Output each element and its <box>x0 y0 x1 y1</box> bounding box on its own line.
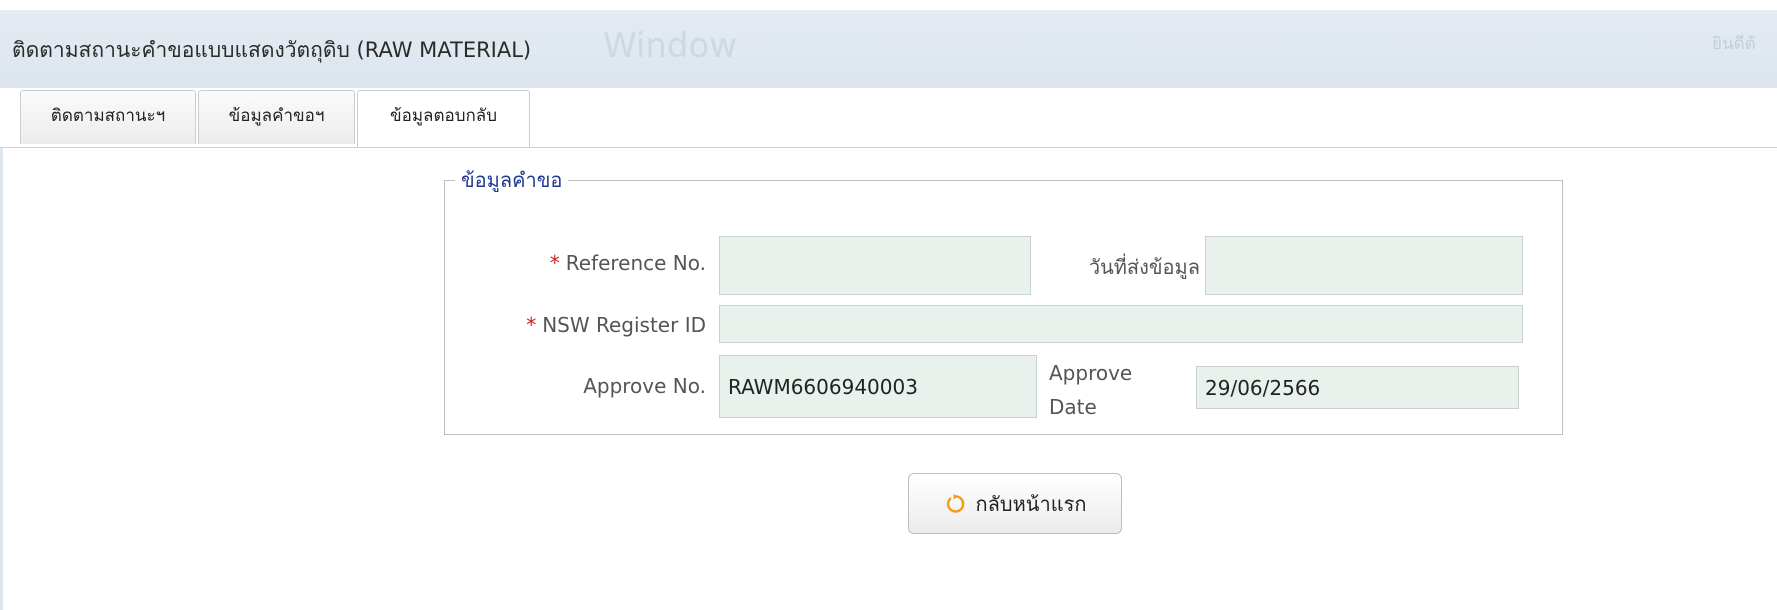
nsw-register-id-label-text: NSW Register ID <box>542 313 706 337</box>
approve-date-label-line1: Approve <box>1049 361 1133 385</box>
tab-response-info[interactable]: ข้อมูลตอบกลับ <box>357 90 530 147</box>
back-to-home-button[interactable]: กลับหน้าแรก <box>908 473 1122 534</box>
approve-no-label: Approve No. <box>583 374 706 398</box>
tab-request-info[interactable]: ข้อมูลคำขอฯ <box>198 90 355 144</box>
nsw-register-id-field[interactable] <box>719 305 1523 343</box>
approve-date-label: Approve Date <box>1049 356 1132 424</box>
titlebar-watermark-text: Window <box>603 26 738 66</box>
required-mark: * <box>526 313 537 337</box>
tab-bar: ติดตามสถานะฯ ข้อมูลคำขอฯ ข้อมูลตอบกลับ <box>0 88 1777 148</box>
window-title: ติดตามสถานะคำขอแบบแสดงวัตถุดิบ (RAW MATE… <box>12 38 532 62</box>
reference-no-label: * Reference No. <box>480 251 706 275</box>
submit-date-label: วันที่ส่งข้อมูล <box>1088 255 1200 279</box>
approve-no-field[interactable] <box>719 355 1037 418</box>
reference-no-field[interactable] <box>719 236 1031 295</box>
window-titlebar: Window ยินดีต้ ติดตามสถานะคำขอแบบแสดงวัต… <box>0 0 1777 89</box>
nsw-register-id-label: * NSW Register ID <box>470 313 706 337</box>
panel-legend: ข้อมูลคำขอ <box>461 168 563 192</box>
tab-status-tracking[interactable]: ติดตามสถานะฯ <box>20 90 196 144</box>
approve-date-label-line2: Date <box>1049 395 1097 419</box>
required-mark: * <box>549 251 560 275</box>
submit-date-field[interactable] <box>1205 236 1523 295</box>
approve-date-field[interactable] <box>1196 366 1519 409</box>
titlebar-welcome-text: ยินดีต้ <box>1712 34 1756 54</box>
back-to-home-label: กลับหน้าแรก <box>975 491 1087 516</box>
reference-no-label-text: Reference No. <box>565 251 706 275</box>
refresh-icon <box>944 493 966 515</box>
